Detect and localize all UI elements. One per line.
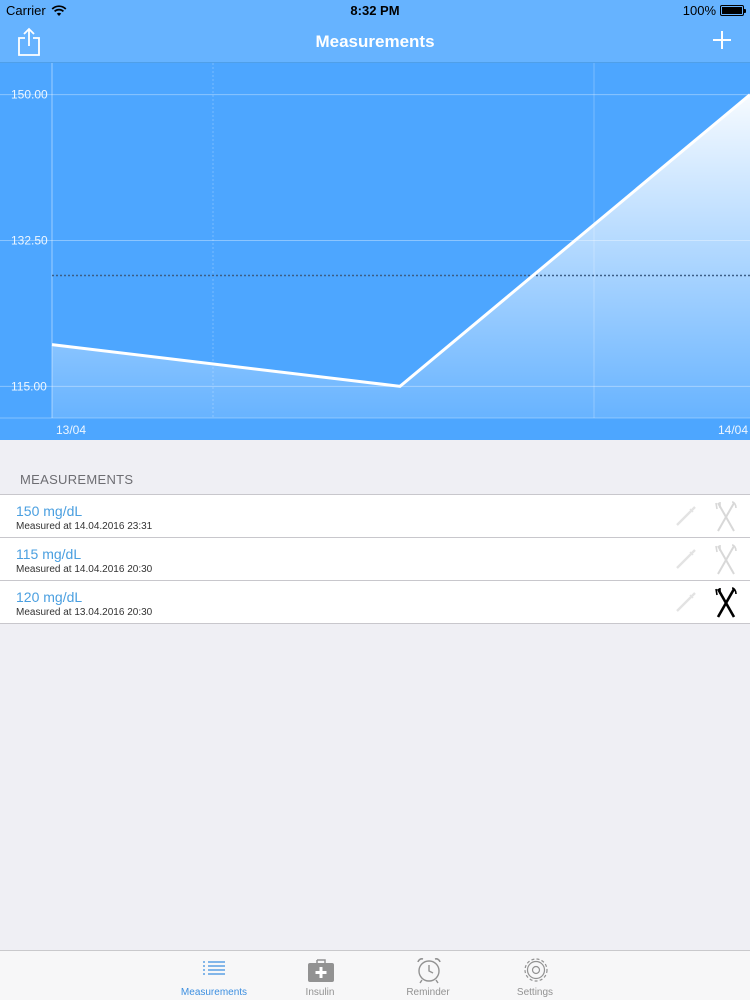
status-right: 100%: [682, 3, 746, 18]
measurement-value: 150 mg/dL: [16, 503, 83, 519]
medkit-icon: [308, 959, 334, 982]
table-row[interactable]: 150 mg/dL Measured at 14.04.2016 23:31: [0, 495, 750, 538]
tab-label: Reminder: [406, 987, 450, 998]
syringe-icon[interactable]: [674, 504, 698, 528]
battery-percent: 100%: [682, 3, 716, 18]
gear-icon: [524, 958, 548, 982]
measurement-value: 115 mg/dL: [16, 546, 82, 562]
add-icon[interactable]: [710, 28, 734, 52]
y-tick-label: 115.00: [11, 379, 47, 393]
alarm-clock-icon: [417, 958, 441, 984]
tab-reminder[interactable]: Reminder: [383, 951, 473, 1000]
status-time: 8:32 PM: [350, 3, 400, 18]
status-bar: Carrier 8:32 PM 100%: [0, 0, 750, 20]
tab-measurements[interactable]: Measurements: [169, 951, 259, 1000]
x-tick-label: 13/04: [56, 423, 86, 437]
tab-settings[interactable]: Settings: [490, 951, 580, 1000]
battery-icon: [720, 5, 746, 16]
measurement-value: 120 mg/dL: [16, 589, 83, 605]
syringe-icon[interactable]: [674, 590, 698, 614]
measurement-time: Measured at 14.04.2016 23:31: [16, 521, 153, 532]
chart-svg: 150.00 132.50 115.00 13/04 14/04: [0, 63, 750, 437]
tab-label: Measurements: [180, 987, 248, 998]
tab-label: Settings: [516, 987, 554, 998]
section-header: MEASUREMENTS: [20, 472, 134, 487]
table-row[interactable]: 115 mg/dL Measured at 14.04.2016 20:30: [0, 538, 750, 581]
chart-area-fill: [52, 94, 750, 419]
measurement-time: Measured at 13.04.2016 20:30: [16, 607, 153, 618]
y-tick-label: 132.50: [11, 234, 48, 248]
tab-label: Insulin: [305, 987, 335, 998]
tab-bar: Measurements Insulin Reminder Settings: [0, 950, 750, 1000]
cutlery-icon[interactable]: [713, 544, 739, 576]
list-icon: [203, 961, 225, 975]
measurement-list: 150 mg/dL Measured at 14.04.2016 23:31 1…: [0, 494, 750, 624]
tab-insulin[interactable]: Insulin: [275, 951, 365, 1000]
y-tick-label: 150.00: [11, 88, 48, 102]
measurement-chart: 150.00 132.50 115.00 13/04 14/04: [0, 63, 750, 440]
measurement-time: Measured at 14.04.2016 20:30: [16, 564, 153, 575]
cutlery-icon[interactable]: [713, 587, 739, 619]
nav-bar: Measurements: [0, 20, 750, 63]
cutlery-icon[interactable]: [713, 501, 739, 533]
x-tick-label: 14/04: [718, 423, 748, 437]
syringe-icon[interactable]: [674, 547, 698, 571]
page-title: Measurements: [315, 32, 435, 51]
table-row[interactable]: 120 mg/dL Measured at 13.04.2016 20:30: [0, 581, 750, 624]
